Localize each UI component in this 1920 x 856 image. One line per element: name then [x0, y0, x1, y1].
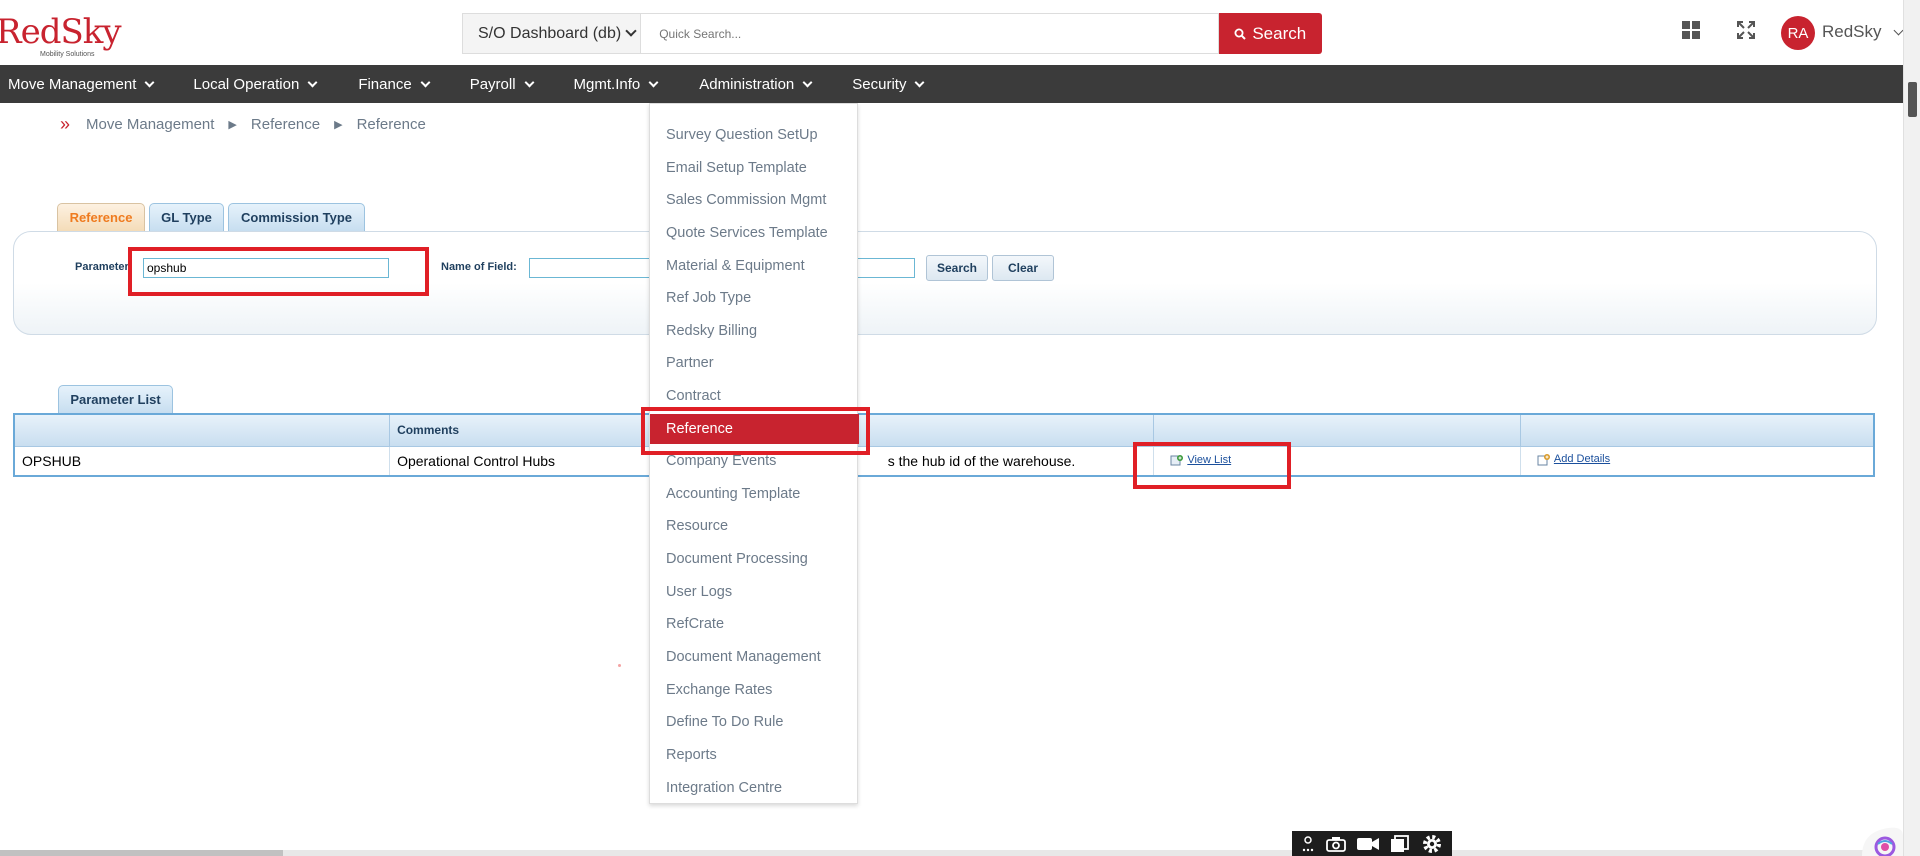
menu-item-email-setup-template[interactable]: Email Setup Template: [650, 152, 859, 184]
add-details-icon: [1537, 453, 1550, 466]
breadcrumb: » Move Management ▶ Reference ▶ Referenc…: [60, 114, 426, 135]
menu-item-user-logs[interactable]: User Logs: [650, 576, 859, 608]
menu-item-integration-centre[interactable]: Integration Centre: [650, 772, 859, 804]
logo-tagline: Mobility Solutions: [40, 51, 95, 58]
double-chevron-right-icon: »: [60, 114, 71, 134]
main-nav: Move Management Local Operation Finance …: [0, 65, 1903, 103]
nav-payroll[interactable]: Payroll: [470, 65, 534, 103]
tab-parameter-list[interactable]: Parameter List: [58, 385, 173, 413]
app-header: RedSky Mobility Solutions S/O Dashboard …: [0, 0, 1920, 65]
hscrollbar-thumb[interactable]: [0, 850, 283, 856]
chevron-down-icon: [648, 77, 659, 87]
menu-item-material-equipment[interactable]: Material & Equipment: [650, 250, 859, 282]
stray-dot: [618, 664, 621, 667]
video-camera-icon[interactable]: [1356, 836, 1380, 852]
menu-item-accounting-template[interactable]: Accounting Template: [650, 478, 859, 510]
tab-reference[interactable]: Reference: [57, 203, 145, 231]
column-header[interactable]: [13, 413, 391, 447]
gear-icon[interactable]: [1421, 833, 1443, 855]
nav-finance[interactable]: Finance: [358, 65, 431, 103]
user-name[interactable]: RedSky: [1822, 22, 1882, 42]
parameter-cell: OPSHUB: [14, 446, 391, 476]
assistant-brain-icon[interactable]: [1858, 826, 1903, 856]
column-header-comments[interactable]: Comments: [389, 413, 654, 447]
copy-icon[interactable]: [1390, 834, 1410, 853]
chevron-down-icon: [915, 77, 925, 87]
menu-item-partner[interactable]: Partner: [650, 347, 859, 379]
fullscreen-icon[interactable]: [1736, 20, 1756, 45]
name-of-field-label: Name of Field:: [441, 261, 517, 273]
redsky-logo[interactable]: RedSky Mobility Solutions: [0, 12, 122, 62]
triangle-right-icon: ▶: [228, 119, 237, 131]
pin-icon[interactable]: [1301, 835, 1315, 853]
quick-search-input[interactable]: [641, 13, 1219, 54]
menu-item-document-management[interactable]: Document Management: [650, 641, 859, 673]
search-button-label: Search: [1252, 23, 1307, 43]
highlight-box-parameter: [128, 247, 429, 296]
nav-move-management[interactable]: Move Management: [8, 65, 155, 103]
menu-item-refcrate[interactable]: RefCrate: [650, 608, 859, 640]
chevron-down-icon: [625, 25, 637, 37]
camera-icon[interactable]: [1325, 836, 1346, 852]
menu-item-redsky-billing[interactable]: Redsky Billing: [650, 315, 859, 347]
quick-search-button[interactable]: Search: [1218, 13, 1323, 54]
capture-toolbar: [1292, 831, 1452, 856]
chevron-down-icon: [144, 77, 155, 87]
table-header-row: Comments: [13, 413, 1875, 447]
nav-mgmt-info[interactable]: Mgmt.Info: [574, 65, 659, 103]
chevron-down-icon: [524, 77, 534, 87]
search-button[interactable]: Search: [926, 255, 988, 281]
nav-local-operation[interactable]: Local Operation: [193, 65, 318, 103]
user-menu-chevron-icon[interactable]: [1893, 25, 1904, 36]
chevron-down-icon: [307, 77, 318, 87]
nav-administration[interactable]: Administration: [699, 65, 813, 103]
dashboard-select[interactable]: S/O Dashboard (db): [462, 13, 642, 54]
global-search-bar: S/O Dashboard (db) Search: [462, 13, 1323, 54]
user-avatar[interactable]: RA: [1781, 16, 1815, 50]
breadcrumb-item-current: Reference: [356, 116, 426, 133]
add-details-link[interactable]: Add Details: [1537, 453, 1610, 466]
menu-item-exchange-rates[interactable]: Exchange Rates: [650, 674, 859, 706]
menu-item-quote-services-template[interactable]: Quote Services Template: [650, 217, 859, 249]
scrollbar-thumb[interactable]: [1908, 82, 1917, 117]
breadcrumb-item[interactable]: Move Management: [86, 116, 214, 133]
menu-item-define-to-do-rule[interactable]: Define To Do Rule: [650, 706, 859, 738]
apps-grid-icon[interactable]: [1681, 20, 1701, 45]
menu-item-ref-job-type[interactable]: Ref Job Type: [650, 282, 859, 314]
menu-item-resource[interactable]: Resource: [650, 510, 859, 542]
breadcrumb-item[interactable]: Reference: [251, 116, 320, 133]
highlight-box-view-list: [1133, 442, 1291, 489]
search-icon: [1234, 28, 1247, 40]
menu-item-reports[interactable]: Reports: [650, 739, 859, 771]
dashboard-select-value: S/O Dashboard (db): [478, 24, 622, 42]
menu-item-document-processing[interactable]: Document Processing: [650, 543, 859, 575]
table-row: OPSHUB Operational Control Hubs s the hu…: [14, 446, 1875, 476]
chevron-down-icon: [420, 77, 431, 87]
highlight-box-reference: [641, 407, 870, 455]
menu-item-survey-question-setup[interactable]: Survey Question SetUp: [650, 119, 859, 151]
vertical-scrollbar[interactable]: [1903, 0, 1920, 856]
triangle-right-icon: ▶: [334, 119, 343, 131]
menu-item-sales-commission-mgmt[interactable]: Sales Commission Mgmt: [650, 184, 859, 216]
tab-commission-type[interactable]: Commission Type: [228, 203, 365, 231]
chevron-down-icon: [802, 77, 813, 87]
tab-gl-type[interactable]: GL Type: [149, 203, 224, 231]
column-header: [1519, 413, 1875, 447]
horizontal-scrollbar[interactable]: [0, 850, 1903, 856]
parameter-table: Comments OPSHUB Operational Control Hubs…: [13, 413, 1875, 477]
comments-cell: Operational Control Hubs: [389, 446, 654, 476]
nav-security[interactable]: Security: [852, 65, 925, 103]
logo-brand: RedSky: [0, 12, 122, 52]
add-details-cell: Add Details: [1520, 446, 1875, 476]
clear-button[interactable]: Clear: [992, 255, 1054, 281]
parameter-label: Parameter:: [75, 261, 133, 273]
